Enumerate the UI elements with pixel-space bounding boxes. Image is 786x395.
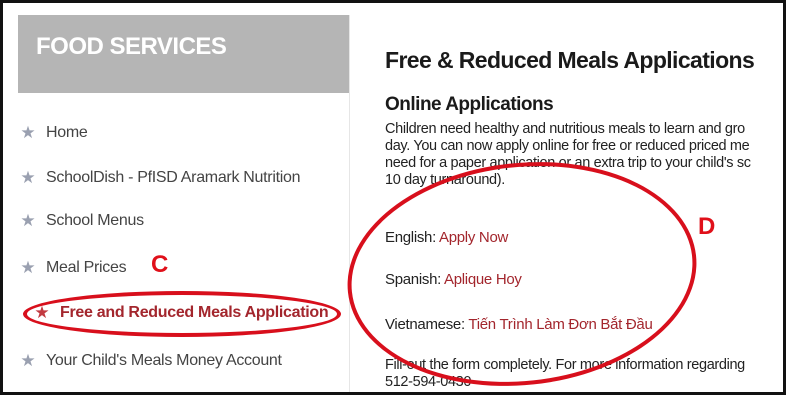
- section-title: Online Applications: [385, 94, 554, 115]
- annotation-ellipse-c: [23, 291, 341, 337]
- sidebar-item-label: Meal Prices: [46, 259, 127, 276]
- sidebar-header: FOOD SERVICES: [18, 15, 349, 93]
- sidebar-item-meals-money-account[interactable]: ★ Your Child's Meals Money Account: [18, 348, 282, 374]
- sidebar-item-home[interactable]: ★ Home: [18, 120, 87, 146]
- sidebar-item-label: School Menus: [46, 212, 144, 229]
- phone-icon[interactable]: ✆: [388, 391, 745, 392]
- annotation-label-d: D: [698, 213, 716, 240]
- annotation-label-c: C: [151, 251, 169, 278]
- page-title: Free & Reduced Meals Applications: [385, 47, 755, 73]
- screenshot-frame: FOOD SERVICES ★ Home ★ SchoolDish - PfIS…: [0, 0, 786, 395]
- intro-line: Children need healthy and nutritious mea…: [385, 121, 745, 137]
- star-icon: ★: [20, 211, 36, 230]
- sidebar-item-school-menus[interactable]: ★ School Menus: [18, 208, 144, 234]
- intro-line: day. You can now apply online for free o…: [385, 138, 750, 154]
- star-icon: ★: [20, 123, 36, 142]
- star-icon: ★: [20, 258, 36, 277]
- sidebar-item-schooldish[interactable]: ★ SchoolDish - PfISD Aramark Nutrition: [18, 165, 300, 191]
- sidebar-title: FOOD SERVICES: [36, 33, 227, 60]
- sidebar: FOOD SERVICES ★ Home ★ SchoolDish - PfIS…: [18, 15, 350, 392]
- star-icon: ★: [20, 168, 36, 187]
- sidebar-item-label: Home: [46, 124, 88, 141]
- sidebar-item-label: SchoolDish - PfISD Aramark Nutrition: [46, 169, 301, 186]
- sidebar-item-label: Your Child's Meals Money Account: [46, 352, 282, 369]
- star-icon: ★: [20, 351, 36, 370]
- sidebar-item-meal-prices[interactable]: ★ Meal Prices: [18, 255, 126, 281]
